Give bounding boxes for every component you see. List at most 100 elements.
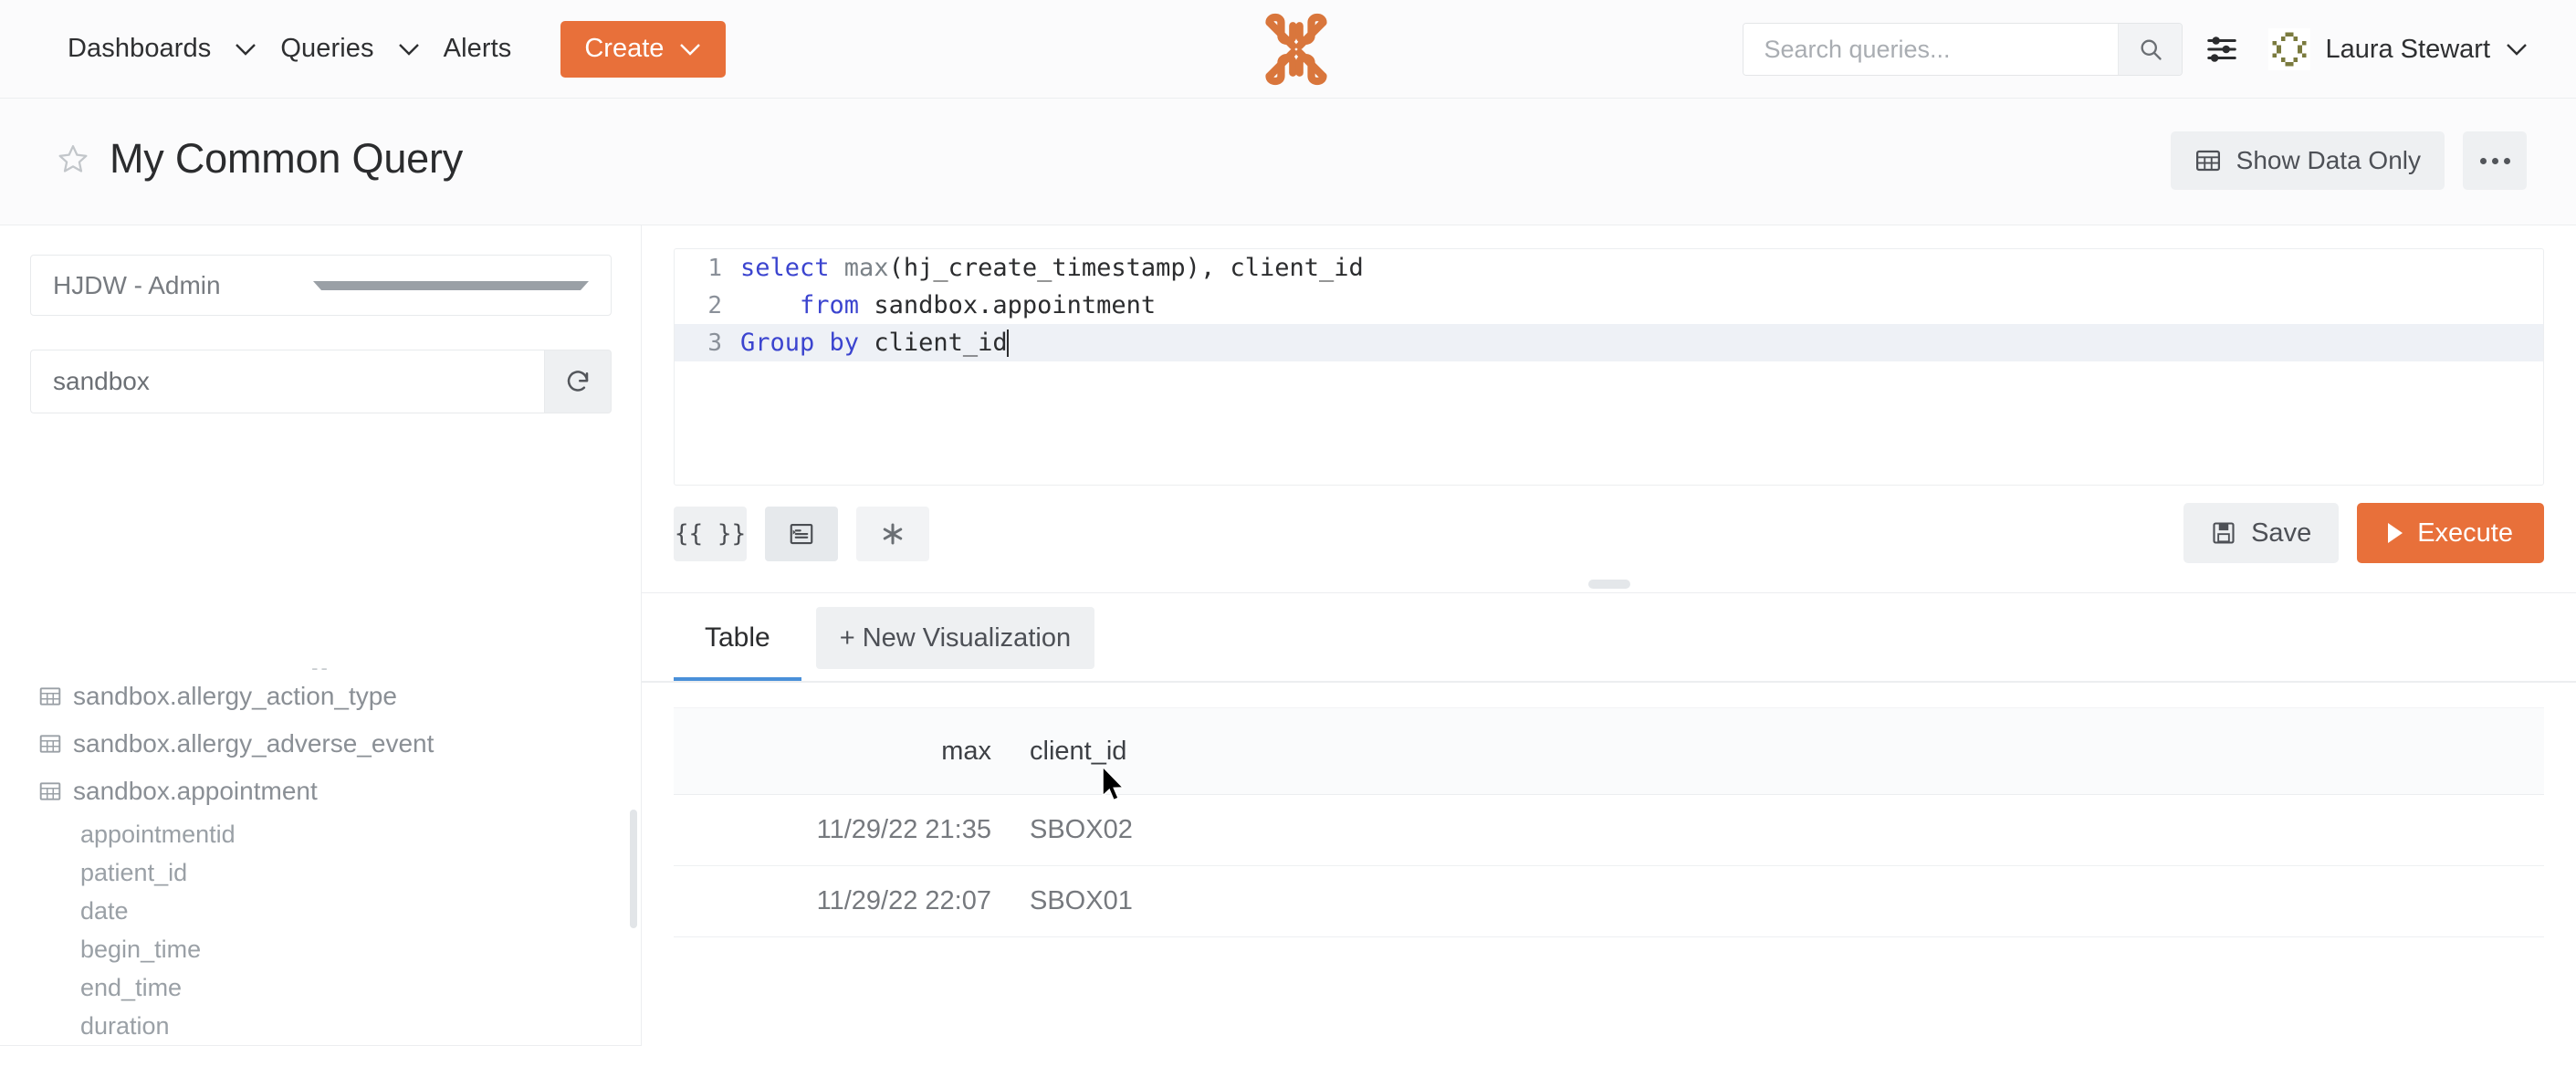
code-token: (hj_create_timestamp), client_id (888, 254, 1364, 282)
asterisk-icon (883, 523, 903, 545)
line-number: 2 (707, 291, 722, 319)
table-cell: SBOX02 (1030, 815, 1133, 844)
schema-table-item[interactable]: sandbox.allergy_action_type (0, 673, 642, 720)
chevron-down-icon (398, 43, 419, 56)
top-navigation-bar: Dashboards Queries Alerts Create Search … (0, 0, 2576, 99)
format-parameters-button[interactable]: {{ }} (674, 507, 747, 561)
code-token: max (843, 254, 889, 282)
execute-button[interactable]: Execute (2357, 503, 2544, 563)
user-menu[interactable]: Laura Stewart (2261, 28, 2529, 70)
data-source-value: HJDW - Admin (53, 270, 221, 299)
floppy-disk-icon (2213, 522, 2235, 544)
autocomplete-toggle-button[interactable] (856, 507, 929, 561)
table-icon (39, 782, 61, 800)
identicon-avatar (2268, 28, 2311, 70)
schema-column-item[interactable]: end_time (0, 968, 642, 1007)
schema-column-item[interactable]: date (0, 892, 642, 930)
schema-table-item[interactable]: sandbox.allergy_adverse_event (0, 720, 642, 768)
play-icon (2388, 523, 2403, 543)
code-token: from (800, 291, 874, 319)
schema-table-item[interactable]: sandbox.appointment (0, 768, 642, 815)
chevron-down-icon (236, 43, 257, 56)
chevron-down-icon (680, 43, 701, 56)
nav-item-alerts[interactable]: Alerts (433, 34, 523, 64)
search-input[interactable] (1744, 24, 2119, 75)
new-visualization-button[interactable]: + New Visualization (815, 607, 1095, 669)
visualization-tabs: Table + New Visualization (674, 593, 1095, 683)
code-token: Group by (740, 329, 874, 357)
nav-queries-chevron-down-icon[interactable] (385, 31, 433, 68)
editor-toolbar: {{ }} (674, 507, 929, 561)
panel-resize-handle[interactable] (1587, 580, 1630, 589)
table-row[interactable]: 11/29/22 21:35 SBOX02 (674, 795, 2544, 866)
chevron-down-icon (312, 280, 589, 290)
search-submit-button[interactable] (2118, 24, 2183, 75)
nav-item-dashboards[interactable]: Dashboards (57, 34, 222, 64)
code-token: sandbox.appointment (874, 291, 1157, 319)
text-caret (1006, 329, 1009, 357)
data-source-select[interactable]: HJDW - Admin (30, 255, 612, 316)
sliders-icon (2207, 37, 2237, 62)
results-header-row: max client_id (674, 707, 2544, 795)
schema-sidebar: HJDW - Admin -- sandbox.allergy_action_t… (0, 225, 642, 1077)
sidebar-scrollbar-thumb[interactable] (630, 810, 637, 928)
schema-table-list[interactable]: sandbox.allergy_action_type sandbox.alle… (0, 673, 642, 1077)
create-button-label: Create (584, 34, 665, 63)
refresh-schema-button[interactable] (544, 350, 612, 413)
indent-icon (790, 523, 813, 545)
page-title-row: My Common Query (57, 135, 463, 183)
tabs-underline (642, 681, 2576, 683)
page-header-actions: Show Data Only (2170, 131, 2527, 190)
user-name-label: Laura Stewart (2325, 34, 2490, 64)
table-row[interactable]: 11/29/22 22:07 SBOX01 (674, 866, 2544, 937)
code-line: 1 select max (hj_create_timestamp), client… (675, 249, 2543, 287)
schema-column-item[interactable]: duration (0, 1007, 642, 1045)
table-icon (2195, 150, 2220, 172)
schema-column-item[interactable]: begin_time (0, 930, 642, 968)
line-number: 3 (707, 329, 722, 357)
code-token: client_id (874, 329, 1008, 357)
primary-nav: Dashboards Queries Alerts Create (0, 20, 727, 78)
schema-search-input[interactable] (30, 350, 544, 413)
line-number: 1 (707, 254, 722, 282)
search-queries-box (1743, 23, 2183, 76)
save-button[interactable]: Save (2183, 503, 2340, 563)
create-button[interactable]: Create (560, 20, 727, 78)
schema-table-name: sandbox.appointment (73, 777, 318, 805)
schema-search-row (30, 350, 612, 413)
refresh-icon (567, 371, 589, 392)
execute-button-label: Execute (2417, 518, 2513, 548)
table-cell: 11/29/22 21:35 (816, 815, 991, 844)
format-query-button[interactable] (765, 507, 838, 561)
star-outline-icon[interactable] (57, 142, 89, 175)
schema-table-name: sandbox.allergy_adverse_event (73, 729, 435, 758)
table-cell: SBOX01 (1030, 886, 1133, 915)
settings-sliders-button[interactable] (2183, 17, 2261, 81)
redash-logo[interactable] (1253, 7, 1339, 91)
more-options-button[interactable] (2463, 131, 2527, 190)
column-header-cell[interactable]: max (674, 737, 991, 767)
nav-right-cluster: Laura Stewart (1743, 0, 2529, 99)
table-cell: 11/29/22 22:07 (816, 886, 991, 915)
results-table: max client_id 11/29/22 21:35 SBOX02 11/29/22… (674, 707, 2544, 937)
search-icon (2141, 39, 2162, 60)
schema-column-item[interactable]: patient_id (0, 853, 642, 892)
show-data-only-label: Show Data Only (2236, 146, 2421, 174)
sql-editor[interactable]: 1 select max (hj_create_timestamp), client… (674, 248, 2544, 486)
tab-table[interactable]: Table (674, 593, 801, 683)
code-token: select (740, 254, 844, 282)
schema-column-item[interactable]: appointmentid (0, 815, 642, 853)
query-main-panel: 1 select max (hj_create_timestamp), client… (642, 225, 2576, 1077)
table-icon (39, 687, 61, 706)
column-header-cell[interactable]: client_id (991, 737, 1265, 767)
code-line: 2 from sandbox.appointment (675, 287, 2543, 324)
editor-actions: Save Execute (2183, 503, 2544, 563)
nav-dashboards-chevron-down-icon[interactable] (222, 31, 269, 68)
page-header: My Common Query Show Data Only (0, 99, 2576, 225)
nav-item-queries[interactable]: Queries (269, 34, 384, 64)
chevron-down-icon (2507, 44, 2527, 56)
page-title: My Common Query (110, 135, 464, 182)
show-data-only-button[interactable]: Show Data Only (2170, 131, 2445, 190)
save-button-label: Save (2251, 518, 2312, 548)
